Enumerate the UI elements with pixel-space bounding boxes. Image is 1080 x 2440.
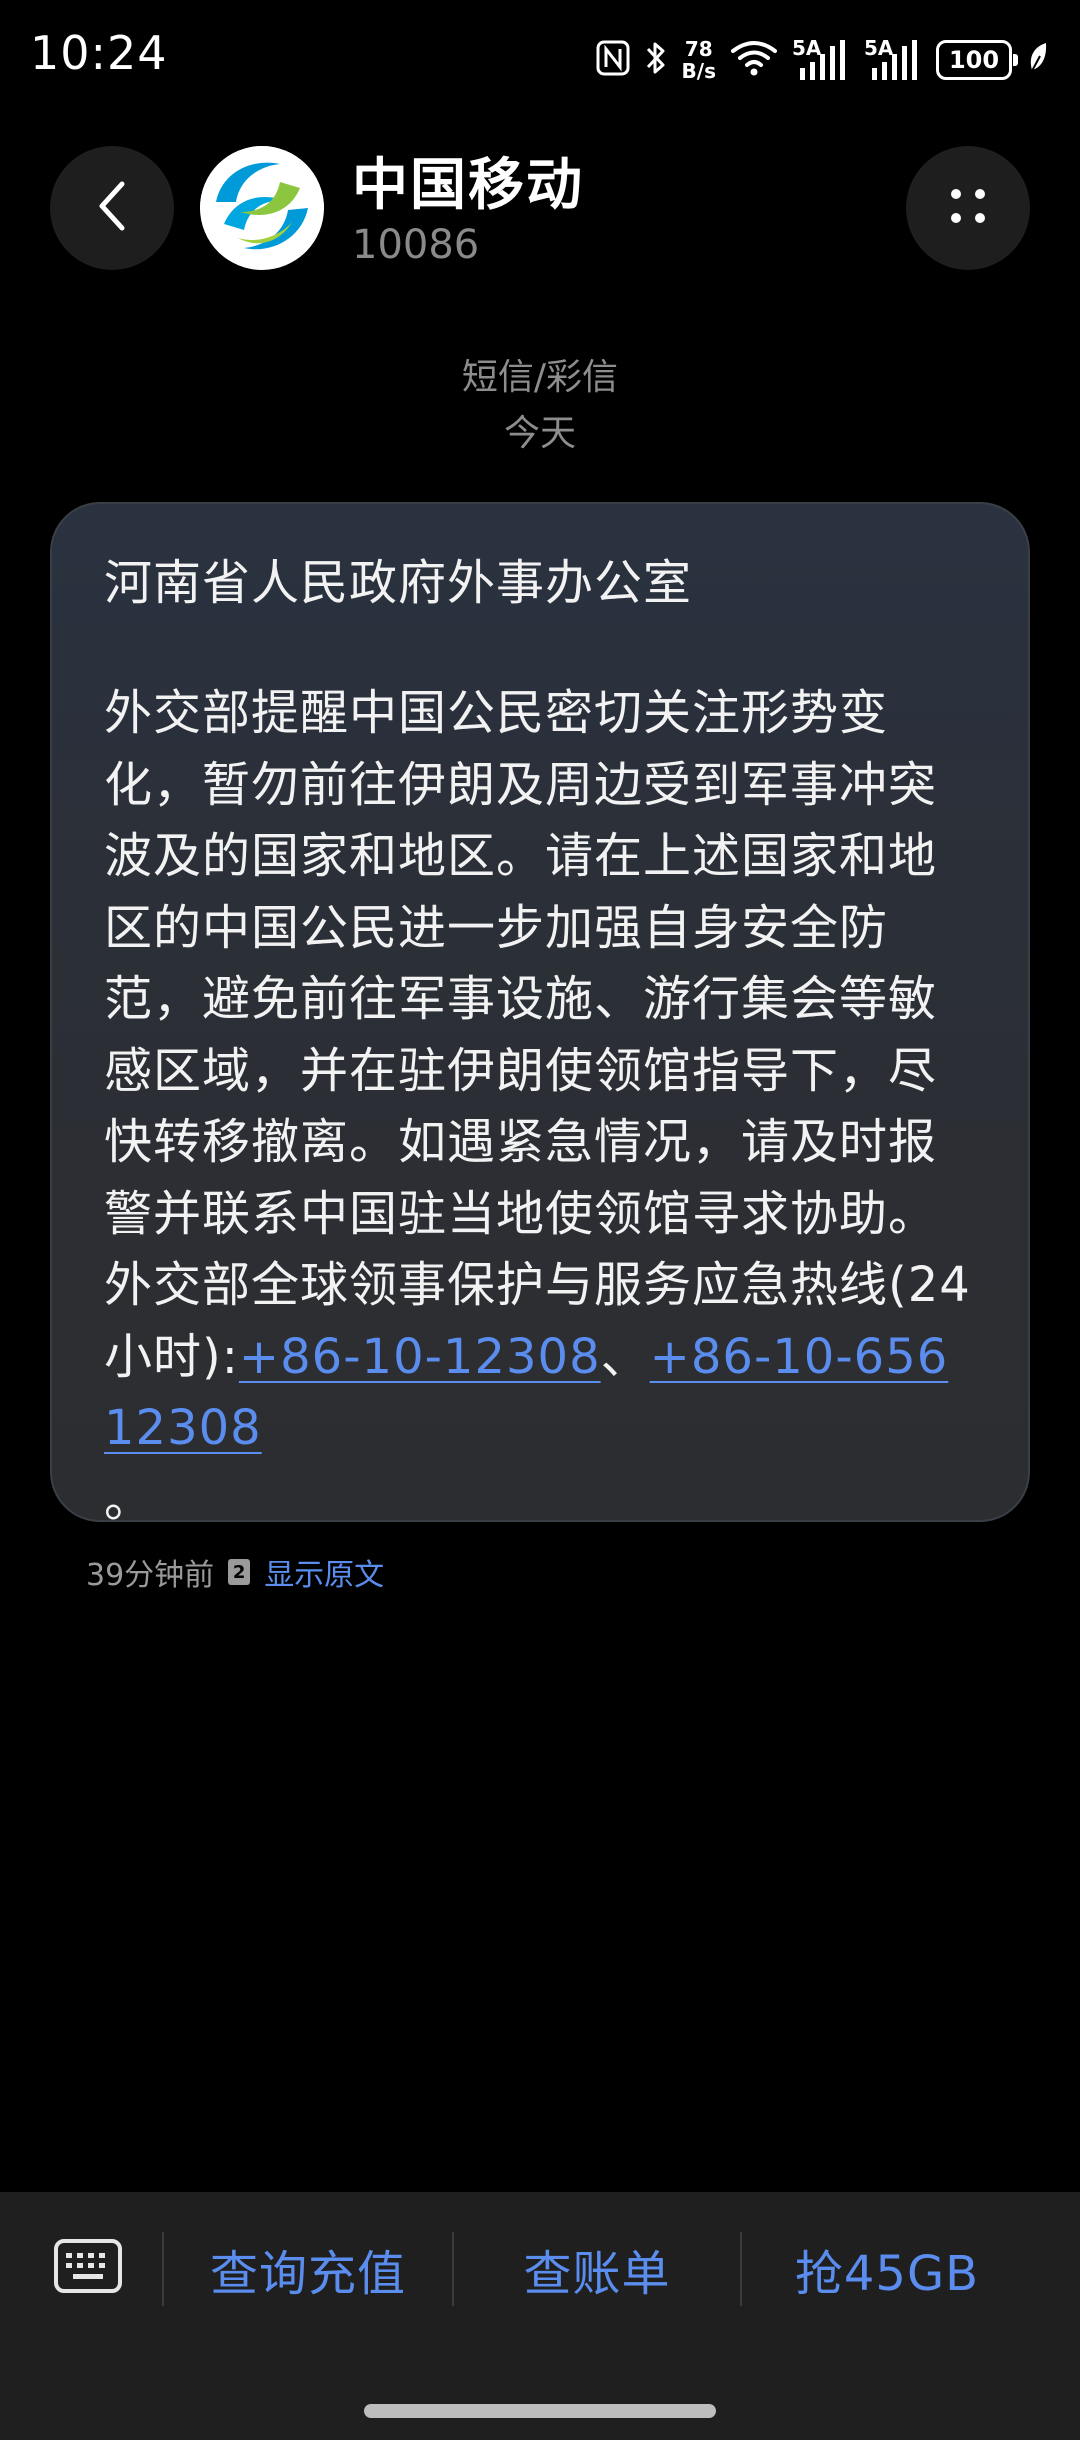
show-original-link[interactable]: 显示原文 xyxy=(264,1550,384,1594)
bluetooth-icon xyxy=(644,39,668,81)
signal-sim1: 5A xyxy=(792,36,850,82)
chevron-left-icon xyxy=(92,178,132,238)
battery-level: 100 xyxy=(948,46,1000,74)
phone-link-1[interactable]: +86-10-12308 xyxy=(239,1329,601,1385)
status-time: 10:24 xyxy=(30,26,168,80)
keyboard-toggle-button[interactable] xyxy=(50,2238,126,2298)
contact-name: 中国移动 xyxy=(352,153,584,218)
phone-separator: 、 xyxy=(600,1328,650,1385)
message-ending: 。 xyxy=(104,1471,154,1528)
sim-card-badge: 2 xyxy=(228,1559,251,1585)
leaf-icon xyxy=(1026,40,1050,80)
contact-avatar[interactable] xyxy=(200,146,324,270)
signal-bars-icon xyxy=(800,40,845,80)
signal-bars-icon xyxy=(872,40,917,80)
message-bubble[interactable]: 河南省人民政府外事办公室 外交部提醒中国公民密切关注形势变化，暂勿前往伊朗及周边… xyxy=(50,502,1030,1528)
message-body: 外交部提醒中国公民密切关注形势变化，暂勿前往伊朗及周边受到军事冲突波及的国家和地… xyxy=(104,678,978,1536)
message-time: 39分钟前 xyxy=(86,1558,215,1593)
network-speed: 78 B/s xyxy=(682,38,716,82)
status-bar: 10:24 78 B/s 5A 5A 100 xyxy=(0,0,1080,120)
menu-data-offer[interactable]: 抢45GB xyxy=(742,2232,1032,2306)
back-button[interactable] xyxy=(50,146,174,270)
keyboard-icon xyxy=(53,2238,123,2298)
network-speed-value: 78 xyxy=(684,37,713,61)
wifi-icon xyxy=(730,39,778,81)
status-icons: 78 B/s 5A 5A 100 xyxy=(596,28,1050,92)
menu-recharge[interactable]: 查询充值 xyxy=(164,2232,452,2306)
menu-bill[interactable]: 查账单 xyxy=(454,2232,740,2306)
four-dots-icon xyxy=(940,178,996,238)
message-meta: 39分钟前 2 显示原文 xyxy=(86,1550,384,1594)
signal-sim2: 5A xyxy=(864,36,922,82)
more-button[interactable] xyxy=(906,146,1030,270)
contact-number: 10086 xyxy=(352,222,480,268)
nfc-icon xyxy=(596,40,630,80)
message-type-label: 短信/彩信 xyxy=(461,357,619,398)
china-mobile-logo-icon xyxy=(200,146,324,270)
bottom-menu-bar: 查询充值 查账单 抢45GB xyxy=(0,2192,1080,2440)
network-speed-unit: B/s xyxy=(681,59,716,83)
message-title: 河南省人民政府外事办公室 xyxy=(104,555,693,611)
battery-icon: 100 xyxy=(936,40,1018,80)
message-text: 外交部提醒中国公民密切关注形势变化，暂勿前往伊朗及周边受到军事冲突波及的国家和地… xyxy=(104,685,971,1385)
home-indicator[interactable] xyxy=(364,2404,716,2418)
date-divider: 今天 xyxy=(503,413,576,454)
